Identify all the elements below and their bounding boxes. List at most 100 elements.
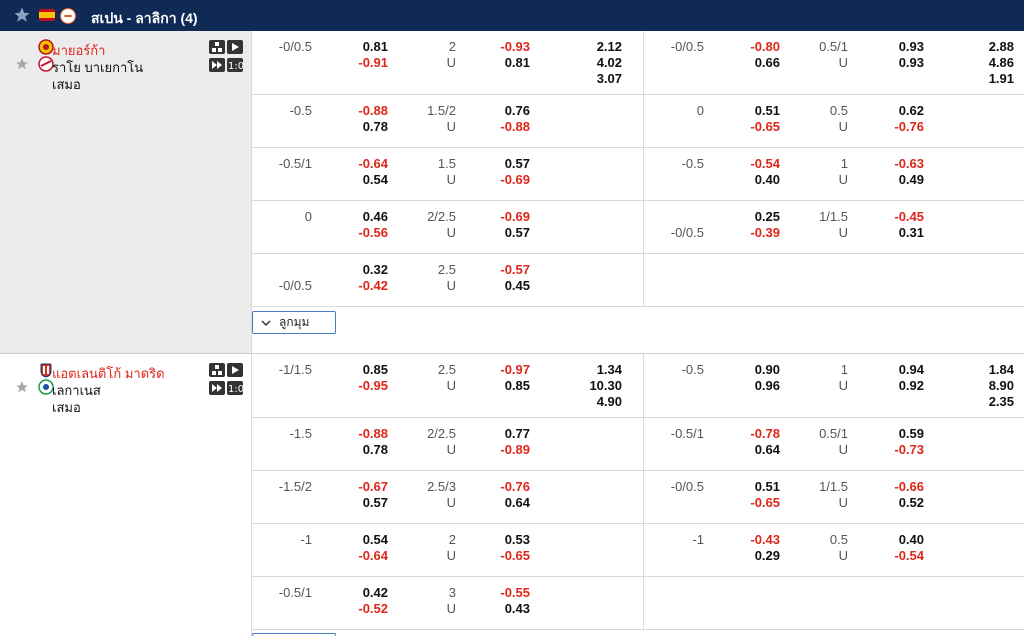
odds-value[interactable]: 0.93: [884, 55, 924, 71]
odds-value[interactable]: 0.51: [740, 103, 780, 119]
odds-value[interactable]: -0.64: [348, 548, 388, 564]
odds-value[interactable]: -0.45: [884, 209, 924, 225]
live-score-icon[interactable]: 1:0: [227, 381, 243, 395]
odds-value[interactable]: 0.54: [348, 172, 388, 188]
laliga-logo-icon: [60, 8, 76, 24]
odds-value[interactable]: 0.53: [490, 532, 530, 548]
odds-value[interactable]: 0.51: [740, 479, 780, 495]
odds-value[interactable]: 0.40: [740, 172, 780, 188]
odds-value[interactable]: -0.69: [490, 172, 530, 188]
odds-value[interactable]: -0.89: [490, 442, 530, 458]
1x2-odds[interactable]: 4.90: [574, 394, 622, 410]
odds-value[interactable]: -0.56: [348, 225, 388, 241]
stats-icon[interactable]: [209, 40, 225, 54]
odds-value[interactable]: -0.66: [884, 479, 924, 495]
odds-value[interactable]: -0.55: [490, 585, 530, 601]
odds-value[interactable]: -0.65: [490, 548, 530, 564]
odds-value[interactable]: 0.32: [348, 262, 388, 278]
odds-value[interactable]: -0.42: [348, 278, 388, 294]
odds-value[interactable]: -0.54: [740, 156, 780, 172]
odds-value[interactable]: -0.80: [740, 39, 780, 55]
odds-value[interactable]: 0.78: [348, 442, 388, 458]
odds-value[interactable]: -0.78: [740, 426, 780, 442]
total-line: 2/2.5: [427, 209, 456, 224]
odds-value[interactable]: -0.76: [490, 479, 530, 495]
odds-value[interactable]: 0.64: [740, 442, 780, 458]
live-tracker-icon[interactable]: [209, 381, 225, 395]
corners-toggle-button[interactable]: ลูกมุม: [252, 311, 336, 334]
odds-value[interactable]: -0.95: [348, 378, 388, 394]
odds-value[interactable]: -0.57: [490, 262, 530, 278]
odds-value[interactable]: 0.31: [884, 225, 924, 241]
odds-value[interactable]: -0.88: [490, 119, 530, 135]
odds-value[interactable]: -0.88: [348, 103, 388, 119]
favorite-star-icon[interactable]: [15, 380, 29, 394]
odds-value[interactable]: 0.57: [490, 156, 530, 172]
odds-value[interactable]: -0.54: [884, 548, 924, 564]
odds-value[interactable]: 0.45: [490, 278, 530, 294]
odds-value[interactable]: -0.63: [884, 156, 924, 172]
play-video-icon[interactable]: [227, 40, 243, 54]
odds-value[interactable]: 0.66: [740, 55, 780, 71]
odds-value[interactable]: 0.42: [348, 585, 388, 601]
odds-value[interactable]: -0.43: [740, 532, 780, 548]
odds-value[interactable]: -0.64: [348, 156, 388, 172]
odds-value[interactable]: 0.64: [490, 495, 530, 511]
odds-value[interactable]: -0.97: [490, 362, 530, 378]
odds-value[interactable]: 0.81: [348, 39, 388, 55]
odds-value[interactable]: 0.29: [740, 548, 780, 564]
1x2-odds[interactable]: 10.30: [574, 378, 622, 394]
odds-value[interactable]: 0.62: [884, 103, 924, 119]
odds-value[interactable]: 0.92: [884, 378, 924, 394]
odds-value[interactable]: 0.85: [490, 378, 530, 394]
odds-value[interactable]: 0.96: [740, 378, 780, 394]
star-icon[interactable]: [13, 6, 31, 24]
odds-value[interactable]: -0.69: [490, 209, 530, 225]
odds-value[interactable]: -0.93: [490, 39, 530, 55]
odds-value[interactable]: 0.57: [348, 495, 388, 511]
odds-value[interactable]: 0.40: [884, 532, 924, 548]
1x2-odds[interactable]: 4.02: [582, 55, 622, 71]
live-score-icon[interactable]: 1:0: [227, 58, 243, 72]
odds-value[interactable]: -0.76: [884, 119, 924, 135]
odds-value[interactable]: 0.46: [348, 209, 388, 225]
svg-text:1:0: 1:0: [228, 384, 243, 395]
odds-value[interactable]: 0.49: [884, 172, 924, 188]
odds-value[interactable]: -0.39: [740, 225, 780, 241]
stats-icon[interactable]: [209, 363, 225, 377]
1x2-odds[interactable]: 2.88: [974, 39, 1014, 55]
odds-value[interactable]: 0.43: [490, 601, 530, 617]
1x2-odds[interactable]: 2.12: [582, 39, 622, 55]
odds-value[interactable]: 0.25: [740, 209, 780, 225]
odds-value[interactable]: -0.91: [348, 55, 388, 71]
odds-value[interactable]: 0.59: [884, 426, 924, 442]
live-tracker-icon[interactable]: [209, 58, 225, 72]
odds-value[interactable]: 0.76: [490, 103, 530, 119]
1x2-odds[interactable]: 1.91: [974, 71, 1014, 87]
odds-value[interactable]: 0.57: [490, 225, 530, 241]
odds-value[interactable]: 0.54: [348, 532, 388, 548]
1x2-odds[interactable]: 2.35: [974, 394, 1014, 410]
odds-value[interactable]: 0.90: [740, 362, 780, 378]
league-title[interactable]: สเปน - ลาลิกา (4): [91, 8, 198, 30]
odds-value[interactable]: 0.94: [884, 362, 924, 378]
odds-value[interactable]: -0.67: [348, 479, 388, 495]
odds-value[interactable]: -0.65: [740, 495, 780, 511]
odds-value[interactable]: 0.93: [884, 39, 924, 55]
odds-value[interactable]: 0.78: [348, 119, 388, 135]
odds-value[interactable]: -0.65: [740, 119, 780, 135]
1x2-odds[interactable]: 8.90: [974, 378, 1014, 394]
odds-value[interactable]: -0.88: [348, 426, 388, 442]
odds-value[interactable]: -0.52: [348, 601, 388, 617]
favorite-star-icon[interactable]: [15, 57, 29, 71]
1x2-odds[interactable]: 3.07: [582, 71, 622, 87]
1x2-odds[interactable]: 1.84: [974, 362, 1014, 378]
odds-value[interactable]: 0.77: [490, 426, 530, 442]
1x2-odds[interactable]: 1.34: [574, 362, 622, 378]
1x2-odds[interactable]: 4.86: [974, 55, 1014, 71]
odds-value[interactable]: 0.81: [490, 55, 530, 71]
odds-value[interactable]: 0.52: [884, 495, 924, 511]
odds-value[interactable]: 0.85: [348, 362, 388, 378]
play-video-icon[interactable]: [227, 363, 243, 377]
odds-value[interactable]: -0.73: [884, 442, 924, 458]
